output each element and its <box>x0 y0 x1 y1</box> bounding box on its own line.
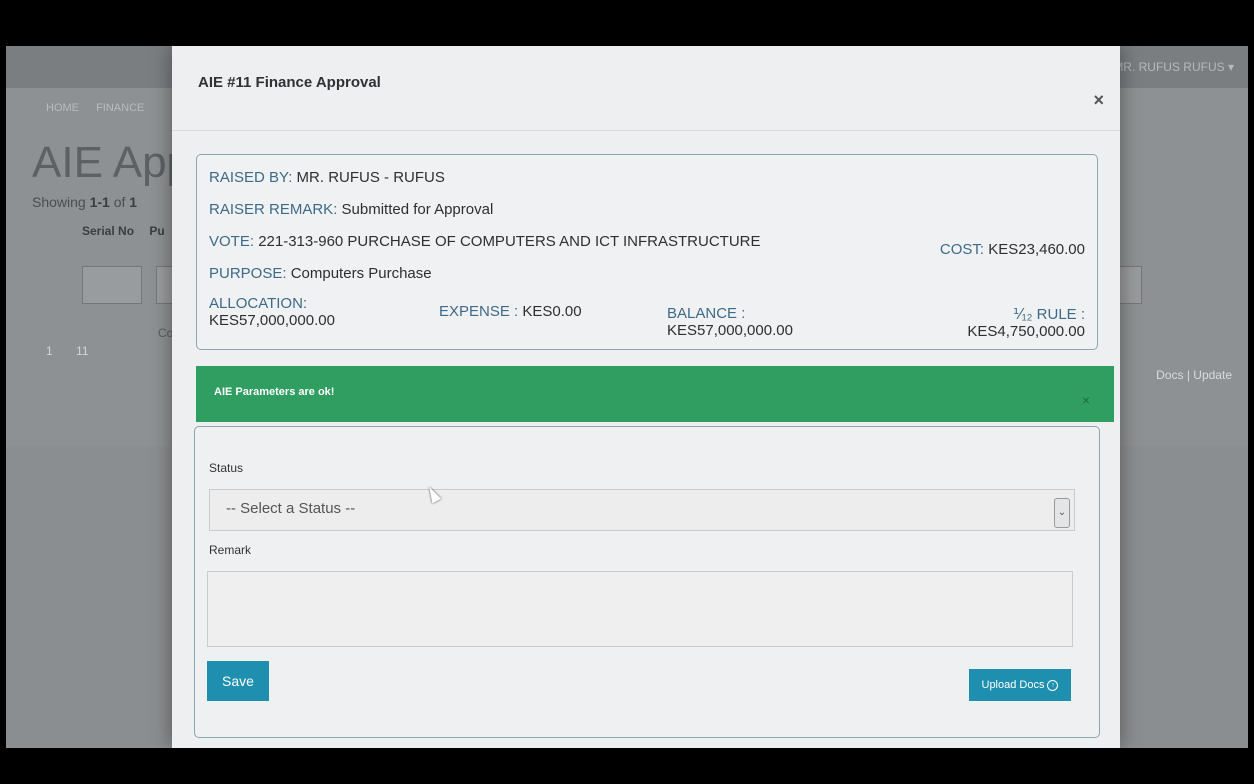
column-header-purpose[interactable]: Pu <box>149 224 164 238</box>
alert-close-icon[interactable]: × <box>1082 392 1090 408</box>
table-cell-index: 1 <box>46 344 53 358</box>
breadcrumb-finance[interactable]: FINANCE <box>96 102 144 114</box>
raiser-remark-line: RAISER REMARK: Submitted for Approval <box>209 201 494 218</box>
rule-label: ⅟₁₂ RULE : <box>1013 306 1085 323</box>
success-alert: AIE Parameters are ok! × <box>196 366 1114 422</box>
rule-block: ⅟₁₂ RULE : KES4,750,000.00 <box>967 305 1085 340</box>
status-label: Status <box>209 461 244 475</box>
allocation-block: ALLOCATION: KES57,000,000.00 <box>209 295 335 329</box>
chevron-down-icon[interactable]: ⌄ <box>1054 498 1070 528</box>
rule-value: KES4,750,000.00 <box>967 323 1085 340</box>
balance-block: BALANCE : KES57,000,000.00 <box>667 305 793 339</box>
breadcrumb: HOME FINANCE <box>46 102 158 114</box>
approval-form: Status -- Select a Status -- ⌄ Remark Sa… <box>194 426 1100 738</box>
column-header-serial[interactable]: Serial No <box>82 224 134 238</box>
raised-by-line: RAISED BY: MR. RUFUS - RUFUS <box>209 169 445 186</box>
remark-label: Remark <box>209 543 252 557</box>
modal-header: AIE #11 Finance Approval × <box>172 46 1120 131</box>
showing-summary: Showing 1-1 of 1 <box>32 194 138 210</box>
table-row: 1 11 <box>46 344 109 358</box>
vote-line: VOTE: 221-313-960 PURCHASE OF COMPUTERS … <box>209 233 761 250</box>
status-select[interactable]: -- Select a Status -- ⌄ <box>209 489 1075 531</box>
user-menu[interactable]: MR. RUFUS RUFUS ▾ <box>1113 60 1234 74</box>
upload-docs-button[interactable]: Upload Docs ↑ <box>969 669 1071 701</box>
alert-message: AIE Parameters are ok! <box>214 386 335 398</box>
finance-approval-modal: AIE #11 Finance Approval × RAISED BY: MR… <box>172 46 1120 748</box>
table-cell-serial: 11 <box>76 344 89 358</box>
row-actions[interactable]: Docs | Update <box>1156 368 1232 382</box>
page-title: AIE App <box>32 138 192 187</box>
save-button[interactable]: Save <box>207 661 269 701</box>
expense-line: EXPENSE : KES0.00 <box>439 303 582 320</box>
balance-label: BALANCE : <box>667 305 746 322</box>
modal-title: AIE #11 Finance Approval <box>198 74 381 91</box>
breadcrumb-home[interactable]: HOME <box>46 102 79 114</box>
status-selected-value: -- Select a Status -- <box>226 500 356 517</box>
remark-textarea[interactable] <box>207 571 1073 647</box>
balance-value: KES57,000,000.00 <box>667 322 793 339</box>
cost-line: COST: KES23,460.00 <box>939 241 1085 258</box>
aie-info-panel: RAISED BY: MR. RUFUS - RUFUS RAISER REMA… <box>196 154 1098 350</box>
allocation-label: ALLOCATION: <box>209 295 308 312</box>
filter-input-serial[interactable] <box>82 266 142 304</box>
allocation-value: KES57,000,000.00 <box>209 312 335 329</box>
purpose-line: PURPOSE: Computers Purchase <box>209 265 432 282</box>
upload-docs-label: Upload Docs <box>981 679 1045 691</box>
table-header: Serial No Pu <box>82 224 177 238</box>
upload-icon: ↑ <box>1047 679 1059 691</box>
close-icon[interactable]: × <box>1093 90 1104 111</box>
